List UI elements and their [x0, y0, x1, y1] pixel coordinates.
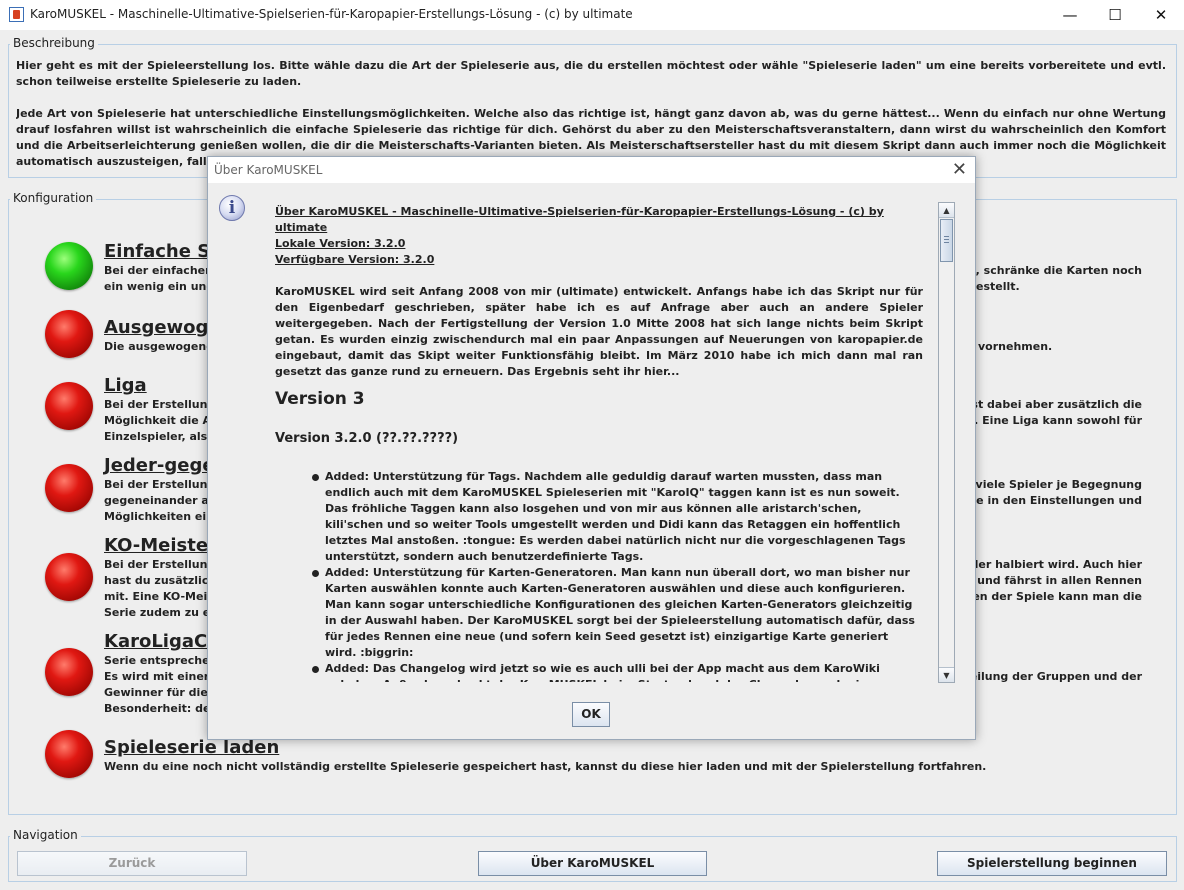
- option-desc-right: vornehmen.: [978, 340, 1053, 353]
- option-desc-line: Möglichkeiten eine: [104, 510, 222, 523]
- changelog-item: Added: Unterstützung für Tags. Nachdem a…: [275, 469, 923, 565]
- option-desc-right: erie in den Einstellungen und: [959, 494, 1143, 507]
- status-indicator-ko-meisterschaft[interactable]: [45, 553, 93, 601]
- option-desc-right: ast dabei aber zusätzlich die: [964, 398, 1142, 411]
- changelog-list: Added: Unterstützung für Tags. Nachdem a…: [275, 469, 923, 682]
- status-indicator-karoligacup[interactable]: [45, 648, 93, 696]
- status-indicator-einfache[interactable]: [45, 242, 93, 290]
- option-desc-line: Bei der Erstellung: [104, 398, 216, 411]
- description-paragraph-1: Hier geht es mit der Spieleerstellung lo…: [16, 59, 1166, 88]
- about-scrollbar[interactable]: ▲ ▼: [938, 202, 955, 683]
- window-title: KaroMUSKEL - Maschinelle-Ultimative-Spie…: [30, 7, 633, 21]
- about-button[interactable]: Über KaroMUSKEL: [478, 851, 707, 876]
- option-desc-line: Einzelspieler, als a: [104, 430, 219, 443]
- option-title-spieleserie-laden[interactable]: Spieleserie laden: [104, 737, 279, 758]
- changelog-item: Added: Das Changelog wird jetzt so wie e…: [275, 661, 923, 682]
- option-desc-line: hast du zusätzlich: [104, 574, 217, 587]
- navigation-group-title: Navigation: [10, 828, 81, 842]
- option-desc-right: pieler halbiert wird. Auch hier: [955, 558, 1142, 571]
- option-desc-line: Es wird mit einer: [104, 670, 210, 683]
- option-desc-right: mit. Eine Liga kann sowohl für: [953, 414, 1142, 427]
- option-title-einfache[interactable]: Einfache Sp: [104, 241, 223, 262]
- option-desc-line: Die ausgewogene: [104, 340, 214, 353]
- about-content: Über KaroMUSKEL - Maschinelle-Ultimative…: [275, 204, 923, 682]
- minimize-icon[interactable]: —: [1047, 0, 1093, 30]
- ok-button[interactable]: OK: [572, 702, 610, 727]
- bullet-icon: [312, 666, 319, 673]
- title-bar: KaroMUSKEL - Maschinelle-Ultimative-Spie…: [0, 0, 1184, 30]
- option-desc-line: Serie entsprechen: [104, 654, 218, 667]
- start-creation-button[interactable]: Spielerstellung beginnen: [937, 851, 1167, 876]
- status-indicator-jeder-gegen-jeden[interactable]: [45, 464, 93, 512]
- status-indicator-spieleserie-laden[interactable]: [45, 730, 93, 778]
- option-desc-line: Möglichkeit die An: [104, 414, 219, 427]
- option-desc-line: gegeneinander an: [104, 494, 217, 507]
- option-title-ausgewogen[interactable]: Ausgewoge: [104, 317, 221, 338]
- option-desc-line: Besonderheit: der: [104, 702, 216, 715]
- app-icon: [9, 7, 24, 22]
- version-minor-heading: Version 3.2.0 (??.??.????): [275, 431, 459, 446]
- option-desc-line: Wenn du eine noch nicht vollständig erst…: [104, 760, 987, 773]
- option-title-karoligacup[interactable]: KaroLigaCu: [104, 631, 220, 652]
- option-desc-right: ein und fährst in allen Rennen: [954, 574, 1142, 587]
- option-desc-line: mit. Eine KO-Meist: [104, 590, 220, 603]
- bullet-icon: [312, 570, 319, 577]
- option-desc-right: ellen der Spiele kann man die: [957, 590, 1142, 603]
- dialog-title: Über KaroMUSKEL: [214, 163, 323, 177]
- dialog-title-bar: Über KaroMUSKEL ✕: [208, 157, 975, 183]
- scroll-up-icon[interactable]: ▲: [939, 203, 954, 218]
- option-desc-line: Gewinner für die n: [104, 686, 220, 699]
- changelog-item: Added: Unterstützung für Karten-Generato…: [275, 565, 923, 661]
- dialog-close-icon[interactable]: ✕: [952, 159, 967, 180]
- option-desc-line: Bei der Erstellung: [104, 558, 216, 571]
- option-desc-right: est, schränke die Karten noch: [956, 264, 1142, 277]
- available-version: Verfügbare Version: 3.2.0: [275, 253, 435, 266]
- close-icon[interactable]: ✕: [1138, 0, 1184, 30]
- scroll-thumb[interactable]: [940, 219, 953, 262]
- configuration-group-title: Konfiguration: [10, 191, 97, 205]
- about-intro: KaroMUSKEL wird seit Anfang 2008 von mir…: [275, 285, 923, 378]
- about-heading: Über KaroMUSKEL - Maschinelle-Ultimative…: [275, 205, 884, 234]
- option-desc-right: uteilung der Gruppen und der: [956, 670, 1142, 683]
- status-indicator-liga[interactable]: [45, 382, 93, 430]
- option-desc-line: Bei der einfachen: [104, 264, 213, 277]
- option-desc-right: estellt.: [976, 280, 1020, 293]
- option-desc-line: Bei der Erstellung: [104, 478, 216, 491]
- option-title-liga[interactable]: Liga: [104, 375, 147, 396]
- maximize-icon[interactable]: ☐: [1092, 0, 1138, 30]
- back-button[interactable]: Zurück: [17, 851, 247, 876]
- option-desc-line: Serie zudem zu ein: [104, 606, 222, 619]
- version-major-heading: Version 3: [275, 389, 365, 409]
- scroll-down-icon[interactable]: ▼: [939, 667, 954, 682]
- info-icon: i: [219, 195, 245, 221]
- status-indicator-ausgewogen[interactable]: [45, 310, 93, 358]
- bullet-icon: [312, 474, 319, 481]
- local-version: Lokale Version: 3.2.0: [275, 237, 406, 250]
- description-group-title: Beschreibung: [10, 36, 98, 50]
- option-desc-right: vie viele Spieler je Begegnung: [953, 478, 1142, 491]
- about-dialog: Über KaroMUSKEL ✕ i Über KaroMUSKEL - Ma…: [207, 156, 976, 740]
